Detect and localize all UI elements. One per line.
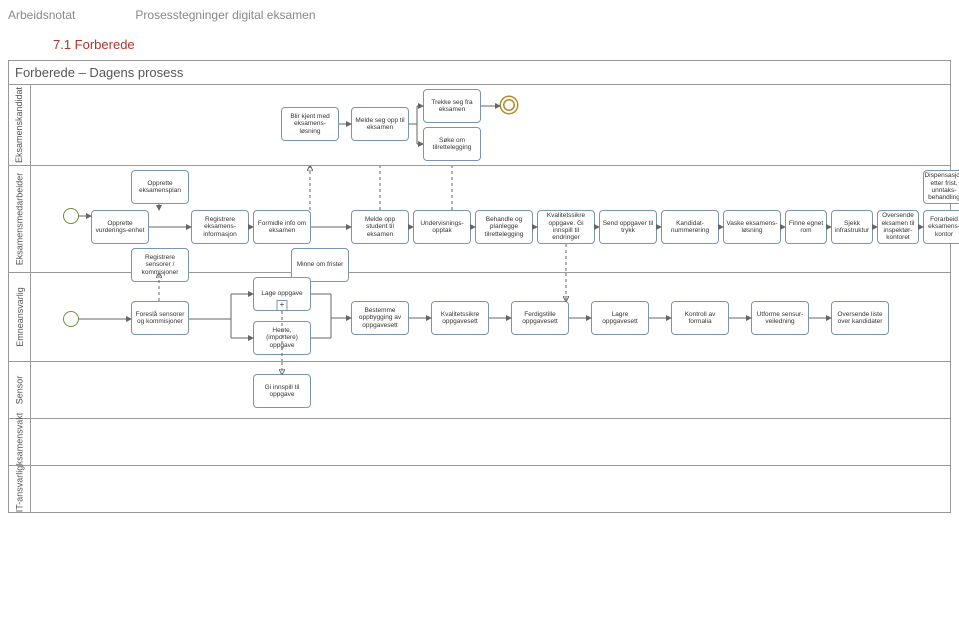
task-kandidatnummerering: Kandidat-nummerering [661, 210, 719, 244]
lane-sensor: Sensor Gi innspill til oppgave [8, 362, 951, 419]
pool-title: Forberede – Dagens prosess [8, 60, 951, 85]
task-vaske-losning: Vaske eksamens-løsning [723, 210, 781, 244]
task-finne-rom: Finne egnet rom [785, 210, 827, 244]
task-registrere-info: Registrere eksamens-informasjon [191, 210, 249, 244]
task-dispensasjon: Dispensasjon etter frist, unntaks-behand… [923, 170, 959, 204]
task-opprette-vurderingsenhet: Opprette vurderings-enhet [91, 210, 149, 244]
lane-label: Sensor [15, 376, 25, 405]
lane-eksamensmedarbeider: Eksamensmedarbeider Opprette eksamenspla… [8, 166, 951, 273]
lane-label: Eksamensvakt [15, 413, 25, 472]
task-soke-tilrettelegging: Søke om tilrettelegging [423, 127, 481, 161]
task-hente-oppgave: Hente, (importere) oppgave [253, 321, 311, 355]
task-kvalitetssikre-oppgave: Kvalitetssikre oppgave. Gi innspill til … [537, 210, 595, 244]
lane-emneansvarlig: Emneansvarlig Foreslå sensorer og kommis… [8, 273, 951, 362]
task-blir-kjent: Blir kjent med eksamens-løsning [281, 107, 339, 141]
task-undervisningsopptak: Undervisnings-opptak [413, 210, 471, 244]
task-foresla-sensorer: Foreslå sensorer og kommisjoner [131, 301, 189, 335]
task-opprette-plan: Opprette eksamensplan [131, 170, 189, 204]
intermediate-event-icon [501, 97, 517, 113]
task-forarbeid-kontor: Forarbeid eksamens-kontor [923, 210, 959, 244]
task-gi-innspill: Gi innspill til oppgave [253, 374, 311, 408]
doc-title: Prosesstegninger digital eksamen [135, 8, 315, 22]
task-formidle-info: Formidle info om eksamen [253, 210, 311, 244]
task-kvalitetssikre-sett: Kvalitetssikre oppgavesett [431, 301, 489, 335]
task-behandle-tilrettelegging: Behandle og planlegge tilrettelegging [475, 210, 533, 244]
task-send-trykk: Send oppgaver til trykk [599, 210, 657, 244]
task-lage-oppgave: Lage oppgave [253, 277, 311, 311]
lane-label: Emneansvarlig [15, 287, 25, 347]
lane-eksamenskandidat: Eksamenskandidat Blir kjent med eksamens… [8, 85, 951, 166]
task-melde-seg-opp: Melde seg opp til eksamen [351, 107, 409, 141]
lane-eksamensvakt: Eksamensvakt [8, 419, 951, 466]
lane-label: Eksamensmedarbeider [15, 173, 25, 266]
doc-type: Arbeidsnotat [8, 8, 75, 22]
task-sjekk-infrastruktur: Sjekk infrastruktur [831, 210, 873, 244]
task-ferdigstille-sett: Ferdigstille oppgavesett [511, 301, 569, 335]
task-lagre-sett: Lagre oppgavesett [591, 301, 649, 335]
task-oversende-inspektor: Oversende eksamen til inspektør-kontoret [877, 210, 919, 244]
start-event-icon [63, 311, 79, 327]
task-melde-opp-student: Melde opp student til eksamen [351, 210, 409, 244]
lane-label: IT-ansvarlig [15, 466, 25, 513]
task-trekke-seg: Trekke seg fra eksamen [423, 89, 481, 123]
section-heading: 7.1 Forberede [53, 37, 951, 52]
lane-label: Eksamenskandidat [15, 87, 25, 163]
lane-it-ansvarlig: IT-ansvarlig [8, 466, 951, 513]
task-oversende-kandidater: Oversende liste over kandidater [831, 301, 889, 335]
start-event-icon [63, 208, 79, 224]
task-kontroll-formalia: Kontroll av formalia [671, 301, 729, 335]
task-utforme-veiledning: Utforme sensur-veiledning [751, 301, 809, 335]
task-bestemme-oppbygging: Bestemme oppbygging av oppgavesett [351, 301, 409, 335]
